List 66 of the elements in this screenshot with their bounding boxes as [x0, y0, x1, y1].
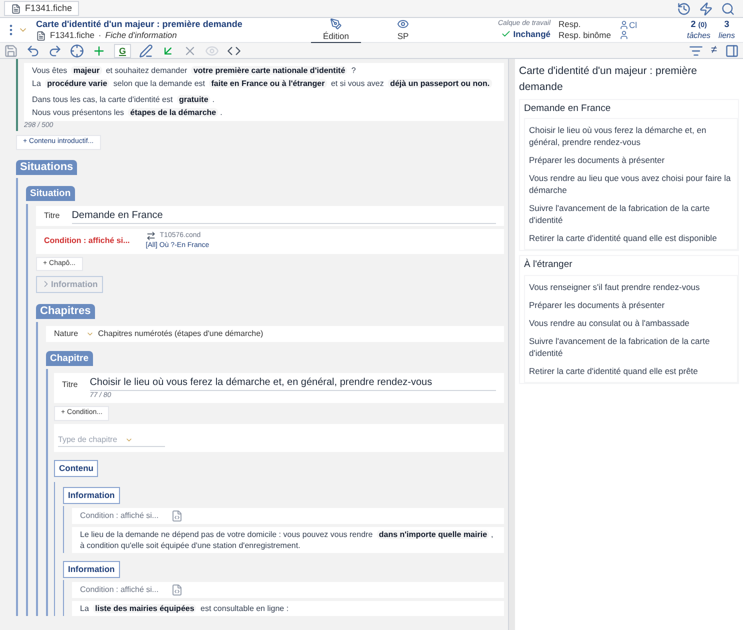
user-icon	[618, 20, 629, 30]
eye-icon	[397, 18, 409, 30]
pen-icon	[330, 18, 342, 30]
outline-item[interactable]: Vous renseigner s'il faut prendre rendez-vous	[525, 278, 737, 296]
condition-label[interactable]: Condition : affiché si...	[80, 584, 159, 596]
outline-item[interactable]: Choisir le lieu où vous ferez la démarche et, en général, prendre rendez-vous	[525, 121, 737, 152]
outline-item[interactable]: Préparer les documents à présenter	[525, 296, 737, 314]
section-header: Chapitres	[36, 304, 95, 319]
document-type: Fiche d'information	[105, 30, 177, 41]
responsible-label: Resp. binôme	[558, 30, 611, 41]
file-icon	[11, 4, 21, 14]
undo-icon[interactable]	[26, 44, 40, 58]
content-header: Contenu	[54, 460, 98, 476]
section-header: Situations	[16, 160, 78, 174]
links-link[interactable]: 3 liens	[718, 19, 739, 41]
redo-icon[interactable]	[48, 44, 62, 58]
mode-tab[interactable]: SP	[385, 16, 421, 44]
title-field[interactable]: Choisir le lieu où vous ferez la démarche et, en général, prendre rendez-vous	[90, 374, 496, 391]
information-header: Information	[63, 486, 120, 504]
g-button[interactable]: G	[114, 44, 132, 58]
section-header: Situation	[26, 186, 75, 200]
outline-item[interactable]: Suivre l'avancement de la fabrication de la carte d'identité	[525, 199, 737, 230]
information-text[interactable]: La liste des mairies équipées est consultable en ligne :	[72, 600, 504, 616]
outline-title[interactable]: Carte d'identité d'un majeur : première demande	[519, 63, 739, 95]
pen-icon[interactable]	[139, 44, 154, 58]
responsible-name: Cl	[628, 20, 637, 30]
field-label: Nature	[54, 328, 78, 340]
intro-text[interactable]: Vous êtes majeur et souhaitez demander votre première carte nationale d'identité ? La procédure varie selon que la demande est faite en France ou à l'étranger et si vous avez déjà un passeport ou non. Dans tous les cas, la carte d'identité est gratuite . Nous vous présentons les étapes de la démarche .	[24, 63, 504, 121]
outline-item[interactable]: Vous rendre au consulat ou à l'ambassade	[525, 314, 737, 332]
lightning-icon[interactable]	[699, 2, 713, 16]
file-icon	[36, 30, 46, 41]
document-icon[interactable]	[170, 510, 183, 522]
outline-item[interactable]: Retirer la carte d'identité quand elle est disponible	[525, 229, 737, 248]
outline-item[interactable]: Vous rendre au lieu que vous avez choisi pour faire la démarche	[525, 169, 737, 200]
document-title: Carte d'identité d'un majeur : première demande	[36, 19, 244, 30]
information-header: Information	[63, 560, 120, 578]
file-name: F1341.fiche	[50, 30, 94, 41]
condition-label[interactable]: Condition : affiché si...	[80, 510, 159, 522]
swap-icon	[146, 230, 156, 241]
outline-item[interactable]: Préparer les documents à présenter	[525, 151, 737, 170]
layer-status: Inchangé	[513, 29, 551, 40]
outline-section[interactable]: À l'étranger	[520, 256, 738, 274]
responsible-label: Resp.	[558, 19, 582, 30]
user-icon	[618, 30, 629, 40]
outline-item[interactable]: Suivre l'avancement de la fabrication de la carte d'identité	[525, 332, 737, 362]
target-icon[interactable]	[70, 44, 84, 58]
field-label: Titre	[44, 210, 60, 222]
information-text[interactable]: Le lieu de la demande ne dépend pas de votre domicile : vous pouvez vous rendre dans n'importe quelle mairie , à condition qu'elle soit équipée d'une station d'enregistrement.	[72, 526, 504, 553]
save-icon[interactable]	[4, 44, 18, 58]
outline-item[interactable]: Retirer la carte d'identité quand elle est prête	[525, 362, 737, 380]
panel-icon[interactable]	[725, 44, 739, 58]
diff-button[interactable]: ≠	[710, 45, 717, 56]
file-tab[interactable]: F1341.fiche	[4, 1, 80, 16]
field-label: Titre	[62, 378, 78, 391]
document-icon[interactable]	[170, 584, 183, 596]
section-header: Chapitre	[46, 350, 93, 366]
condition-label[interactable]: Condition : affiché si...	[44, 234, 130, 246]
add-icon[interactable]	[92, 44, 106, 58]
outline-section[interactable]: Demande en France	[520, 100, 738, 118]
search-icon[interactable]	[721, 2, 735, 16]
filter-icon[interactable]	[688, 44, 703, 58]
history-icon[interactable]	[677, 2, 691, 16]
title-field[interactable]: Demande en France	[72, 208, 496, 224]
nature-dropdown[interactable]: Chapitres numérotés (étapes d'une démarche)	[86, 328, 264, 340]
check-icon	[501, 29, 512, 40]
separator-dot: ·	[98, 30, 102, 41]
